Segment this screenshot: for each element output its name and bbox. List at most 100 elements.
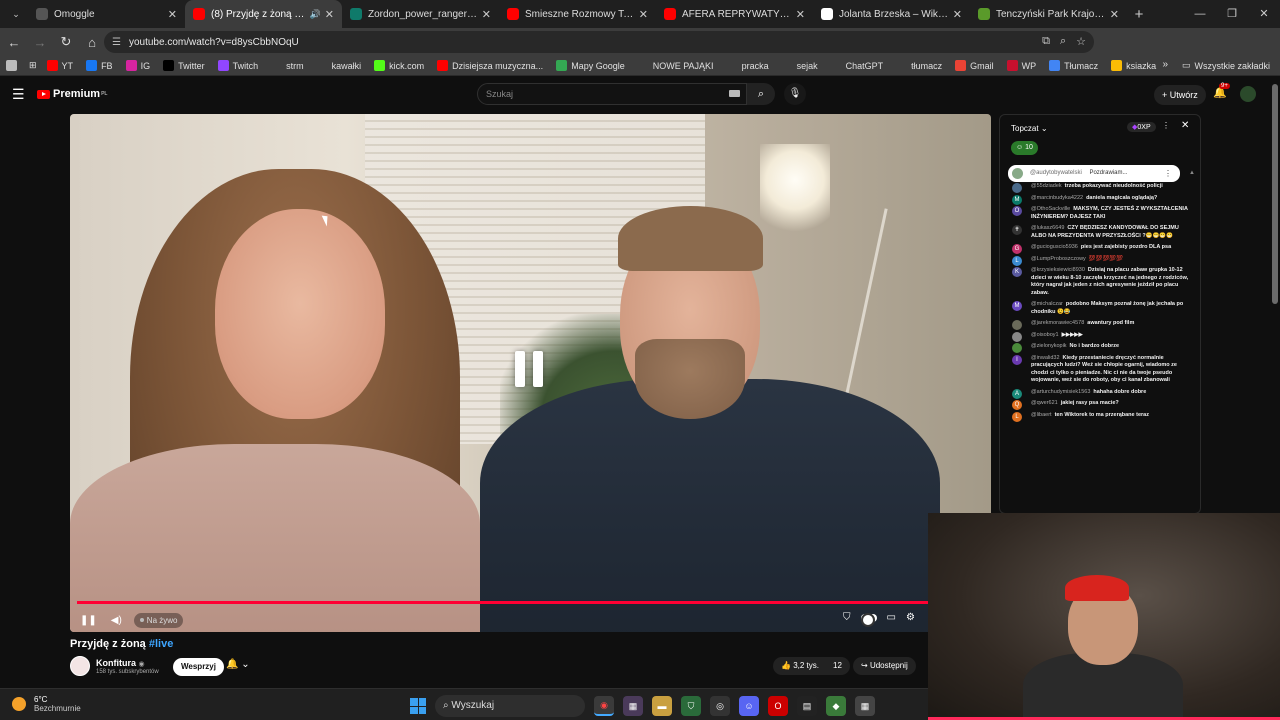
chat-username[interactable]: @lukasz6649 xyxy=(1031,225,1064,231)
site-info-icon[interactable]: ☰ xyxy=(112,37,121,48)
bookmark-item[interactable]: Twitter xyxy=(163,60,205,71)
chat-username[interactable]: @qwer621 xyxy=(1031,400,1058,406)
chat-scrollbar[interactable]: ▲ xyxy=(1189,161,1196,512)
chat-message[interactable]: Q @qwer621 jakiej rasy psa macie? xyxy=(1008,400,1190,410)
apps-icon[interactable] xyxy=(6,60,21,71)
xp-badge[interactable]: ◆0XP xyxy=(1127,122,1156,132)
chat-message[interactable]: @zielonykopik No i bardzo dobrze xyxy=(1008,343,1190,353)
chat-username[interactable]: @michalczar xyxy=(1031,301,1063,307)
guide-menu-icon[interactable]: ☰ xyxy=(12,86,25,103)
chat-message[interactable]: L @LumpProboszczowy 💯💯💯💯💯 xyxy=(1008,255,1190,266)
browser-tab[interactable]: AFERA REPRYWATYZACYJNA. J ✕ xyxy=(656,0,813,28)
chat-message[interactable]: A @arturchudymisiek1563 hahaha dobre dobre xyxy=(1008,388,1190,399)
chat-avatar[interactable] xyxy=(1012,320,1022,330)
bookmark-item[interactable]: Twitch xyxy=(217,60,258,71)
chat-avatar[interactable]: M xyxy=(1012,301,1022,311)
chat-username[interactable]: @55dziadek xyxy=(1031,183,1062,189)
address-bar[interactable]: ☰ youtube.com/watch?v=d8ysCbbNOqU ⧉ ⌕ ☆ xyxy=(104,31,1094,53)
speaker-icon[interactable]: 🔊 xyxy=(310,9,321,20)
more-bookmarks-icon[interactable]: » xyxy=(1162,59,1168,70)
chat-avatar[interactable]: Q xyxy=(1012,400,1022,410)
keyboard-icon[interactable] xyxy=(729,90,740,97)
scroll-up-icon[interactable]: ▲ xyxy=(1189,170,1195,176)
apps-grid-icon[interactable]: ⊞ xyxy=(29,60,37,71)
home-button[interactable]: ⌂ xyxy=(80,35,104,50)
chat-message[interactable]: @oisoboy1 ▶▶▶▶▶ xyxy=(1008,331,1190,342)
chat-username[interactable]: @inwalid32 xyxy=(1031,355,1060,361)
tab-search-button[interactable]: ⌄ xyxy=(4,4,28,24)
bookmark-star-icon[interactable]: ☆ xyxy=(1076,35,1086,48)
subtitles-icon[interactable]: ▭ xyxy=(887,612,896,623)
close-tab-icon[interactable]: ✕ xyxy=(639,8,648,21)
back-button[interactable]: ← xyxy=(2,35,26,50)
chat-message[interactable]: L @libaert ten Wiktorek to ma przerąbane t… xyxy=(1008,411,1190,422)
voice-search-button[interactable]: 🎙 xyxy=(784,83,806,105)
close-tab-icon[interactable]: ✕ xyxy=(168,8,177,21)
chat-username[interactable]: @zielonykopik xyxy=(1031,343,1067,349)
viewer-count-pill[interactable]: ☺ 10 xyxy=(1011,141,1038,155)
chrome-icon[interactable]: ◉ xyxy=(594,696,614,716)
chat-username[interactable]: @libaert xyxy=(1031,412,1052,418)
close-tab-icon[interactable]: ✕ xyxy=(796,8,805,21)
bookmark-item[interactable]: tłumacz xyxy=(896,60,942,71)
bookmark-item[interactable]: FB xyxy=(86,60,113,71)
youtube-premium-logo[interactable]: Premium PL xyxy=(37,88,107,100)
chat-avatar[interactable]: O xyxy=(1012,206,1022,216)
chat-username[interactable]: @gucioguscio5936 xyxy=(1031,244,1078,250)
channel-avatar[interactable] xyxy=(70,656,90,676)
like-button[interactable]: 👍 3,2 tys. 12 xyxy=(773,657,850,675)
pause-overlay-icon[interactable] xyxy=(515,351,547,395)
subscription-bell-button[interactable]: 🔔 ⌄ xyxy=(226,659,250,670)
chat-avatar[interactable]: K xyxy=(1012,267,1022,277)
close-tab-icon[interactable]: ✕ xyxy=(1110,8,1119,21)
new-tab-button[interactable]: + xyxy=(1127,6,1151,23)
chat-username[interactable]: @OthoSackville xyxy=(1031,206,1070,212)
all-bookmarks-button[interactable]: ▭ Wszystkie zakładki xyxy=(1182,60,1270,71)
zoom-icon[interactable]: ⌕ xyxy=(1060,35,1066,48)
chat-avatar[interactable] xyxy=(1012,183,1022,193)
bookmark-item[interactable]: strm xyxy=(271,60,304,71)
chat-avatar[interactable]: I xyxy=(1012,354,1022,365)
browser-tab[interactable]: Zordon_power_rangers.jpg (35 ✕ xyxy=(342,0,499,28)
pause-button[interactable]: ❚❚ xyxy=(80,615,97,626)
bookmark-item[interactable]: sejak xyxy=(781,60,818,71)
chat-message[interactable]: ✝ @lukasz6649 CZY BĘDZIESZ KANDYDOWAŁ DO S… xyxy=(1008,225,1190,240)
chat-message[interactable]: M @marcinbudyka4222 daniela magicala ogląd… xyxy=(1008,194,1190,205)
live-badge[interactable]: Na żywo xyxy=(133,612,184,628)
chat-avatar[interactable] xyxy=(1012,331,1022,342)
close-chat-icon[interactable]: ✕ xyxy=(1181,120,1189,131)
chat-avatar[interactable] xyxy=(1012,343,1022,353)
chat-message[interactable]: K @krzysieksiewici8930 Dzisiaj na placu za… xyxy=(1008,267,1190,297)
chat-message[interactable]: I @inwalid32 Kiedy przestaniecie dręczyć n… xyxy=(1008,354,1190,385)
chat-message[interactable]: M @michalczar podobno Maksym poznał żonę j… xyxy=(1008,301,1190,316)
chat-message[interactable]: G @gucioguscio5936 pies jest zajebisty poz… xyxy=(1008,244,1190,254)
bookmark-item[interactable]: IG xyxy=(125,60,150,71)
obs-icon[interactable]: ◎ xyxy=(710,696,730,716)
chat-avatar[interactable]: L xyxy=(1012,255,1022,266)
chat-message[interactable]: @jarekmorawiec4578 awantury pod film xyxy=(1008,320,1190,330)
browser-tab[interactable]: Omoggle ✕ xyxy=(28,0,185,28)
chat-mode-dropdown[interactable]: Topczat ⌄ xyxy=(1011,124,1048,133)
chat-username[interactable]: @arturchudymisiek1563 xyxy=(1031,389,1090,395)
browser-tab[interactable]: Tenczyński Park Krajobrazowy ✕ xyxy=(970,0,1127,28)
search-input[interactable]: Szukaj xyxy=(477,83,747,105)
search-button[interactable]: ⌕ xyxy=(747,83,775,105)
chat-message[interactable]: @55dziadek trzeba pokazywać nieudolność p… xyxy=(1008,183,1190,193)
pinned-message[interactable]: @audytobywatelski Pozdrawiam... ⋮ xyxy=(1008,165,1180,182)
weather-widget[interactable]: 6°C Bezchmurnie xyxy=(12,695,81,713)
page-scrollbar[interactable] xyxy=(1272,84,1278,304)
bookmark-item[interactable]: kick.com xyxy=(374,60,424,71)
bookmark-item[interactable]: Tłumacz xyxy=(1049,60,1098,71)
close-tab-icon[interactable]: ✕ xyxy=(325,8,334,21)
xbox-app-icon[interactable]: ◆ xyxy=(826,696,846,716)
photo-app-icon[interactable]: ▦ xyxy=(623,696,643,716)
share-button[interactable]: ↪ Udostępnij xyxy=(853,657,916,675)
browser-tab[interactable]: Śmieszne Rozmowy Telefoniczr ✕ xyxy=(499,0,656,28)
chat-message[interactable]: O @OthoSackville MAKSYM, CZY JESTEŚ Z WYKS… xyxy=(1008,206,1190,221)
chat-avatar[interactable]: L xyxy=(1012,411,1022,422)
close-tab-icon[interactable]: ✕ xyxy=(482,8,491,21)
windows-start-icon[interactable] xyxy=(410,698,426,714)
close-window-button[interactable]: ✕ xyxy=(1248,0,1280,28)
progress-bar[interactable] xyxy=(77,601,929,604)
settings-gear-icon[interactable]: ⚙ xyxy=(906,612,915,623)
